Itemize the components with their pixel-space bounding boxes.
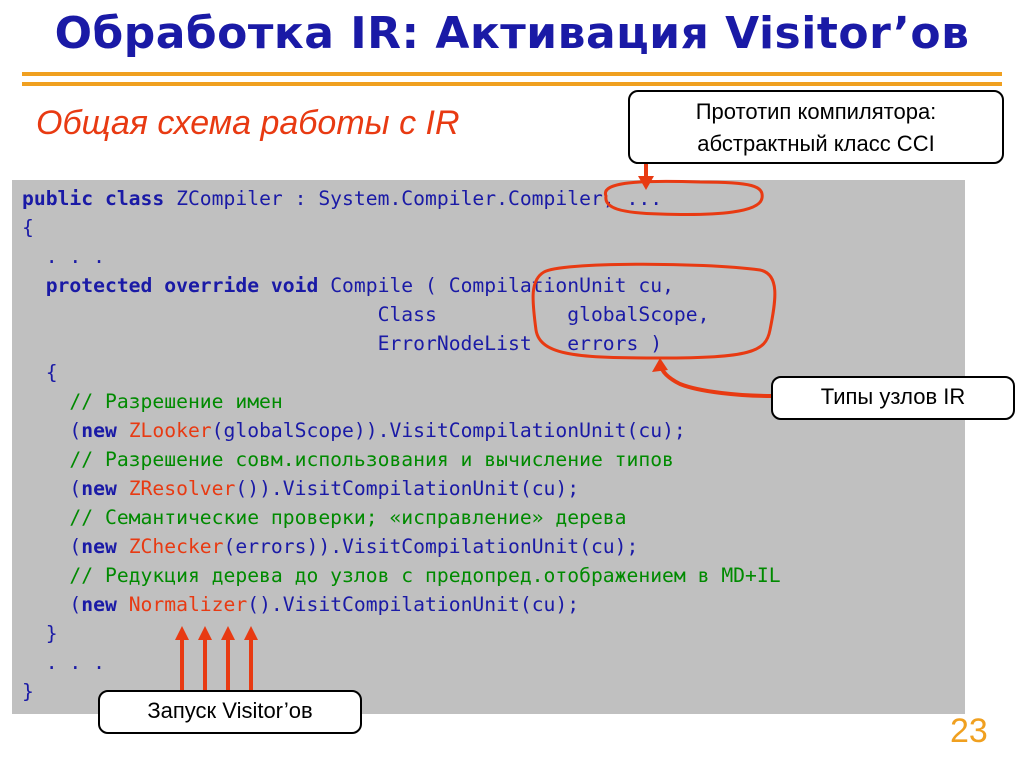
visitor-class-name: ZLooker bbox=[128, 419, 212, 442]
callout-visitor-launch: Запуск Visitor’ов bbox=[98, 690, 362, 734]
title-rule-top bbox=[22, 72, 1002, 76]
slide-title: Обработка IR: Активация Visitor’ов bbox=[54, 8, 970, 59]
visitor-class-name: ZResolver bbox=[128, 477, 236, 500]
code-line: (new ZResolver()).VisitCompilationUnit(c… bbox=[22, 477, 580, 500]
code-line: (new ZChecker(errors)).VisitCompilationU… bbox=[22, 535, 639, 558]
code-comment: // Разрешение имен bbox=[22, 390, 283, 413]
code-comment: // Семантические проверки; «исправление»… bbox=[22, 506, 627, 529]
code-line: (new Normalizer().VisitCompilationUnit(c… bbox=[22, 593, 580, 616]
code-line: public class ZCompiler : System.Compiler… bbox=[22, 187, 663, 210]
page-number: 23 bbox=[950, 712, 988, 750]
code-comment: // Разрешение совм.использования и вычис… bbox=[22, 448, 674, 471]
visitor-class-name: ZChecker bbox=[128, 535, 224, 558]
code-line: } bbox=[22, 622, 58, 645]
code-line: Class globalScope, bbox=[22, 303, 710, 326]
code-line: ErrorNodeList errors ) bbox=[22, 332, 663, 355]
code-line: { bbox=[22, 361, 58, 384]
code-block: public class ZCompiler : System.Compiler… bbox=[22, 184, 781, 706]
code-line: protected override void Compile ( Compil… bbox=[22, 274, 674, 297]
code-comment: // Редукция дерева до узлов с предопред.… bbox=[22, 564, 781, 587]
code-line: . . . bbox=[22, 651, 105, 674]
code-line: . . . bbox=[22, 245, 105, 268]
code-line: } bbox=[22, 680, 34, 703]
callout-ir-node-types: Типы узлов IR bbox=[771, 376, 1015, 420]
callout-prototype: Прототип компилятора: абстрактный класс … bbox=[628, 90, 1004, 164]
visitor-class-name: Normalizer bbox=[128, 593, 248, 616]
title-rule-bottom bbox=[22, 82, 1002, 86]
code-line: (new ZLooker(globalScope)).VisitCompilat… bbox=[22, 419, 686, 442]
code-line: { bbox=[22, 216, 34, 239]
callout-prototype-line2: абстрактный класс CCI bbox=[697, 131, 935, 156]
slide-subtitle: Общая схема работы с IR bbox=[36, 104, 460, 142]
callout-prototype-line1: Прототип компилятора: bbox=[695, 99, 937, 124]
